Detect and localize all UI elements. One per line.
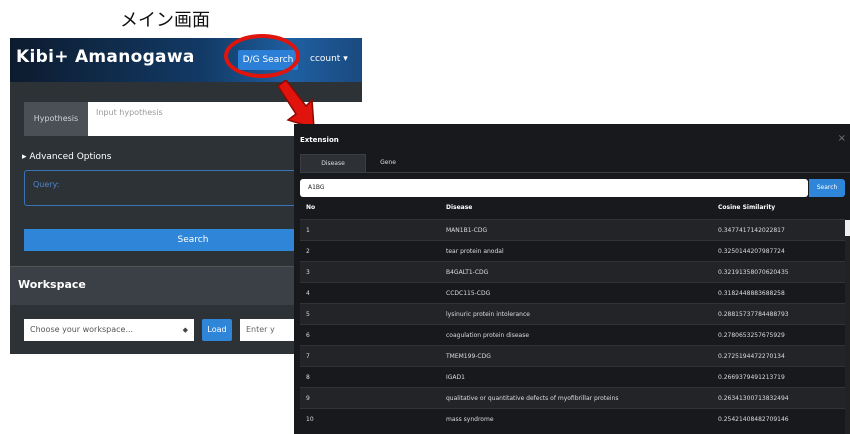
workspace-select[interactable]: Choose your workspace... ◆	[24, 319, 194, 341]
close-icon[interactable]: ×	[838, 133, 846, 144]
select-arrow-icon: ◆	[182, 326, 188, 334]
row-number: 2	[306, 248, 310, 255]
row-disease: B4GALT1-CDG	[446, 269, 489, 276]
extension-dialog: Extension × Disease Gene A1BG Search No …	[294, 124, 850, 434]
row-disease: CCDC115-CDG	[446, 290, 491, 297]
row-similarity: 0.2780653257675929	[718, 332, 785, 339]
tab-gene[interactable]: Gene	[366, 154, 410, 172]
row-disease: MAN1B1-CDG	[446, 227, 488, 234]
row-similarity: 0.2725194472270134	[718, 353, 785, 360]
row-similarity: 0.3182448883688258	[718, 290, 785, 297]
row-number: 9	[306, 395, 310, 402]
row-number: 3	[306, 269, 310, 276]
row-similarity: 0.3250144207987724	[718, 248, 785, 255]
red-arrow-icon	[276, 80, 315, 130]
workspace-select-value: Choose your workspace...	[30, 325, 134, 334]
load-button[interactable]: Load	[202, 319, 232, 341]
table-row[interactable]: 4 CCDC115-CDG 0.3182448883688258	[300, 282, 845, 303]
row-number: 5	[306, 311, 310, 318]
row-similarity: 0.26341300713832494	[718, 395, 789, 402]
gene-search-input[interactable]: A1BG	[300, 179, 808, 197]
row-similarity: 0.3477417142022817	[718, 227, 785, 234]
row-disease: tear protein anodal	[446, 248, 504, 255]
table-row[interactable]: 6 coagulation protein disease 0.2780653257…	[300, 324, 845, 345]
dialog-title: Extension	[300, 136, 339, 144]
table-row[interactable]: 2 tear protein anodal 0.3250144207987724	[300, 240, 845, 261]
row-number: 1	[306, 227, 310, 234]
table-row[interactable]: 3 B4GALT1-CDG 0.32191358070620435	[300, 261, 845, 282]
table-row[interactable]: 9 qualitative or quantitative defects of …	[300, 387, 845, 408]
row-similarity: 0.32191358070620435	[718, 269, 789, 276]
column-header-disease[interactable]: Disease	[446, 204, 472, 211]
row-disease: mass syndrome	[446, 416, 494, 423]
table-row[interactable]: 7 TMEM199-CDG 0.2725194472270134	[300, 345, 845, 366]
results-table-body: 1 MAN1B1-CDG 0.3477417142022817 2 tear prote…	[300, 219, 845, 429]
row-disease: IGAD1	[446, 374, 465, 381]
row-similarity: 0.2669379491213719	[718, 374, 785, 381]
row-number: 8	[306, 374, 310, 381]
scrollbar-thumb[interactable]	[845, 220, 850, 236]
column-header-similarity[interactable]: Cosine Similarity	[718, 204, 775, 211]
table-scrollbar[interactable]	[845, 220, 850, 434]
workspace-title: Workspace	[18, 278, 86, 291]
account-menu[interactable]: ccount ▾	[310, 54, 348, 64]
brand-logo[interactable]: Kibi+ Amanogawa	[16, 47, 195, 67]
row-disease: coagulation protein disease	[446, 332, 530, 339]
navbar: Kibi+ Amanogawa D/G Search ccount ▾	[10, 38, 362, 82]
tab-disease[interactable]: Disease	[300, 154, 366, 173]
table-row[interactable]: 1 MAN1B1-CDG 0.3477417142022817	[300, 219, 845, 240]
row-disease: TMEM199-CDG	[446, 353, 491, 360]
row-number: 10	[306, 416, 314, 423]
table-row[interactable]: 8 IGAD1 0.2669379491213719	[300, 366, 845, 387]
extension-search-button[interactable]: Search	[809, 179, 845, 197]
tabs-divider	[300, 172, 850, 173]
row-similarity: 0.28815737784488793	[718, 311, 789, 318]
highlight-ellipse	[224, 34, 300, 78]
hypothesis-label: Hypothesis	[24, 102, 88, 136]
advanced-options-toggle[interactable]: ▸ Advanced Options	[22, 152, 111, 162]
row-disease: lysinuric protein intolerance	[446, 311, 530, 318]
table-row[interactable]: 5 lysinuric protein intolerance 0.28815737…	[300, 303, 845, 324]
row-number: 6	[306, 332, 310, 339]
row-disease: qualitative or quantitative defects of m…	[446, 395, 619, 402]
row-similarity: 0.25421408482709146	[718, 416, 789, 423]
row-number: 4	[306, 290, 310, 297]
screen-caption: メイン画面	[120, 10, 210, 31]
column-header-no[interactable]: No	[306, 204, 315, 211]
row-number: 7	[306, 353, 310, 360]
table-row[interactable]: 10 mass syndrome 0.25421408482709146	[300, 408, 845, 429]
table-header: No Disease Cosine Similarity	[300, 204, 845, 218]
